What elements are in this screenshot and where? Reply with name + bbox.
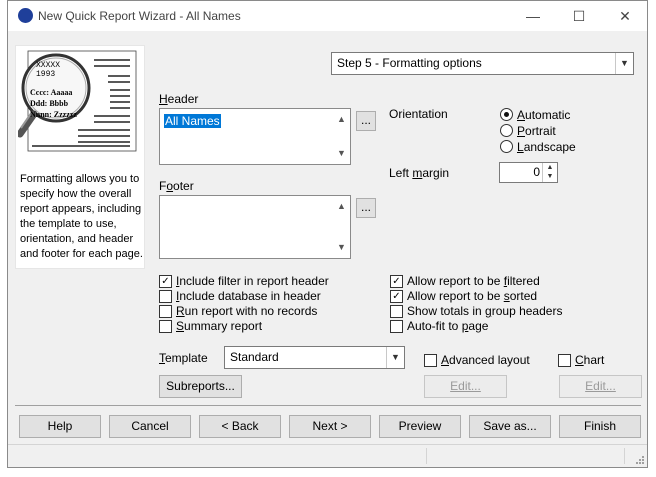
run-no-records-checkbox[interactable]: Run report with no records [159, 304, 317, 318]
checkbox-icon [390, 320, 403, 333]
preview-button[interactable]: Preview [379, 415, 461, 438]
show-totals-checkbox[interactable]: Show totals in group headers [390, 304, 562, 318]
illustration-line-2: 1993 [36, 70, 55, 79]
footer-browse-button[interactable]: ... [356, 198, 376, 218]
checkbox-icon [159, 305, 172, 318]
orientation-portrait-radio[interactable]: Portrait [500, 124, 556, 138]
checkbox-icon [159, 290, 172, 303]
header-label: Header [159, 92, 199, 106]
header-textarea[interactable]: All Names ▲ ▼ [159, 108, 351, 165]
checkmark-icon: ✓ [159, 275, 172, 288]
separator [15, 405, 641, 406]
scroll-up-icon[interactable]: ▲ [333, 198, 350, 215]
orientation-automatic-radio[interactable]: Automatic [500, 108, 570, 122]
illustration-line-1: XXXXX [36, 61, 60, 70]
footer-scrollbar[interactable]: ▲ ▼ [333, 196, 350, 258]
left-margin-value: 0 [533, 165, 540, 179]
footer-textarea[interactable]: ▲ ▼ [159, 195, 351, 259]
back-button[interactable]: < Back [199, 415, 281, 438]
left-margin-label: Left margin [389, 166, 450, 180]
step-description: Formatting allows you to specify how the… [20, 173, 143, 260]
status-divider [426, 448, 427, 464]
resize-grip-icon[interactable] [635, 455, 645, 465]
step-dropdown[interactable]: Step 5 - Formatting options ▼ [331, 52, 634, 75]
app-icon [18, 8, 33, 23]
step-dropdown-value: Step 5 - Formatting options [337, 56, 482, 70]
header-scrollbar[interactable]: ▲ ▼ [333, 109, 350, 164]
radio-selected-icon [500, 108, 513, 121]
footer-label: Footer [159, 179, 194, 193]
wizard-window: New Quick Report Wizard - All Names — ☐ … [7, 0, 648, 468]
chevron-down-icon: ▼ [386, 347, 404, 368]
advanced-layout-checkbox[interactable]: Advanced layout [424, 353, 530, 367]
title-bar: New Quick Report Wizard - All Names — ☐ … [8, 1, 647, 31]
auto-fit-checkbox[interactable]: Auto-fit to page [390, 319, 488, 333]
cancel-button[interactable]: Cancel [109, 415, 191, 438]
chevron-down-icon: ▼ [615, 53, 633, 74]
include-database-checkbox[interactable]: Include database in header [159, 289, 321, 303]
scroll-down-icon[interactable]: ▼ [333, 239, 350, 256]
left-margin-spinner[interactable]: 0 ▲ ▼ [499, 162, 558, 183]
status-bar [8, 444, 647, 467]
next-button[interactable]: Next > [289, 415, 371, 438]
template-value: Standard [230, 350, 279, 364]
allow-filtered-checkbox[interactable]: ✓ Allow report to be filtered [390, 274, 540, 288]
checkbox-icon [558, 354, 571, 367]
maximize-button[interactable]: ☐ [556, 1, 602, 31]
checkmark-icon: ✓ [390, 290, 403, 303]
scroll-up-icon[interactable]: ▲ [333, 111, 350, 128]
wizard-info-panel: XXXXX 1993 Cccc: Aaaaa Ddd: Bbbb Nnnn: Z… [15, 45, 145, 269]
orientation-landscape-radio[interactable]: Landscape [500, 140, 576, 154]
scroll-down-icon[interactable]: ▼ [333, 145, 350, 162]
orientation-label: Orientation [389, 107, 448, 121]
window-title: New Quick Report Wizard - All Names [38, 9, 241, 23]
include-filter-checkbox[interactable]: ✓ Include filter in report header [159, 274, 329, 288]
checkbox-icon [424, 354, 437, 367]
summary-report-checkbox[interactable]: Summary report [159, 319, 262, 333]
subreports-button[interactable]: Subreports... [159, 375, 242, 398]
radio-icon [500, 140, 513, 153]
allow-sorted-checkbox[interactable]: ✓ Allow report to be sorted [390, 289, 537, 303]
illustration-line-4: Ddd: Bbbb [30, 99, 69, 108]
checkmark-icon: ✓ [390, 275, 403, 288]
header-text: All Names [164, 114, 221, 128]
spinner-arrows-icon[interactable]: ▲ ▼ [542, 163, 557, 182]
edit-advanced-layout-button[interactable]: Edit... [424, 375, 507, 398]
illustration-line-3: Cccc: Aaaaa [30, 88, 72, 97]
edit-chart-button[interactable]: Edit... [559, 375, 642, 398]
status-divider [624, 448, 625, 464]
chart-checkbox[interactable]: Chart [558, 353, 604, 367]
report-magnifier-illustration: XXXXX 1993 Cccc: Aaaaa Ddd: Bbbb Nnnn: Z… [18, 50, 137, 152]
checkbox-icon [390, 305, 403, 318]
radio-icon [500, 124, 513, 137]
finish-button[interactable]: Finish [559, 415, 641, 438]
close-button[interactable]: ✕ [602, 1, 648, 31]
help-button[interactable]: Help [19, 415, 101, 438]
checkbox-icon [159, 320, 172, 333]
minimize-button[interactable]: — [510, 1, 556, 31]
template-label: Template [159, 351, 208, 365]
save-as-button[interactable]: Save as... [469, 415, 551, 438]
illustration-line-5: Nnnn: Zzzzzz [30, 110, 77, 119]
header-browse-button[interactable]: ... [356, 111, 376, 131]
template-dropdown[interactable]: Standard ▼ [224, 346, 405, 369]
